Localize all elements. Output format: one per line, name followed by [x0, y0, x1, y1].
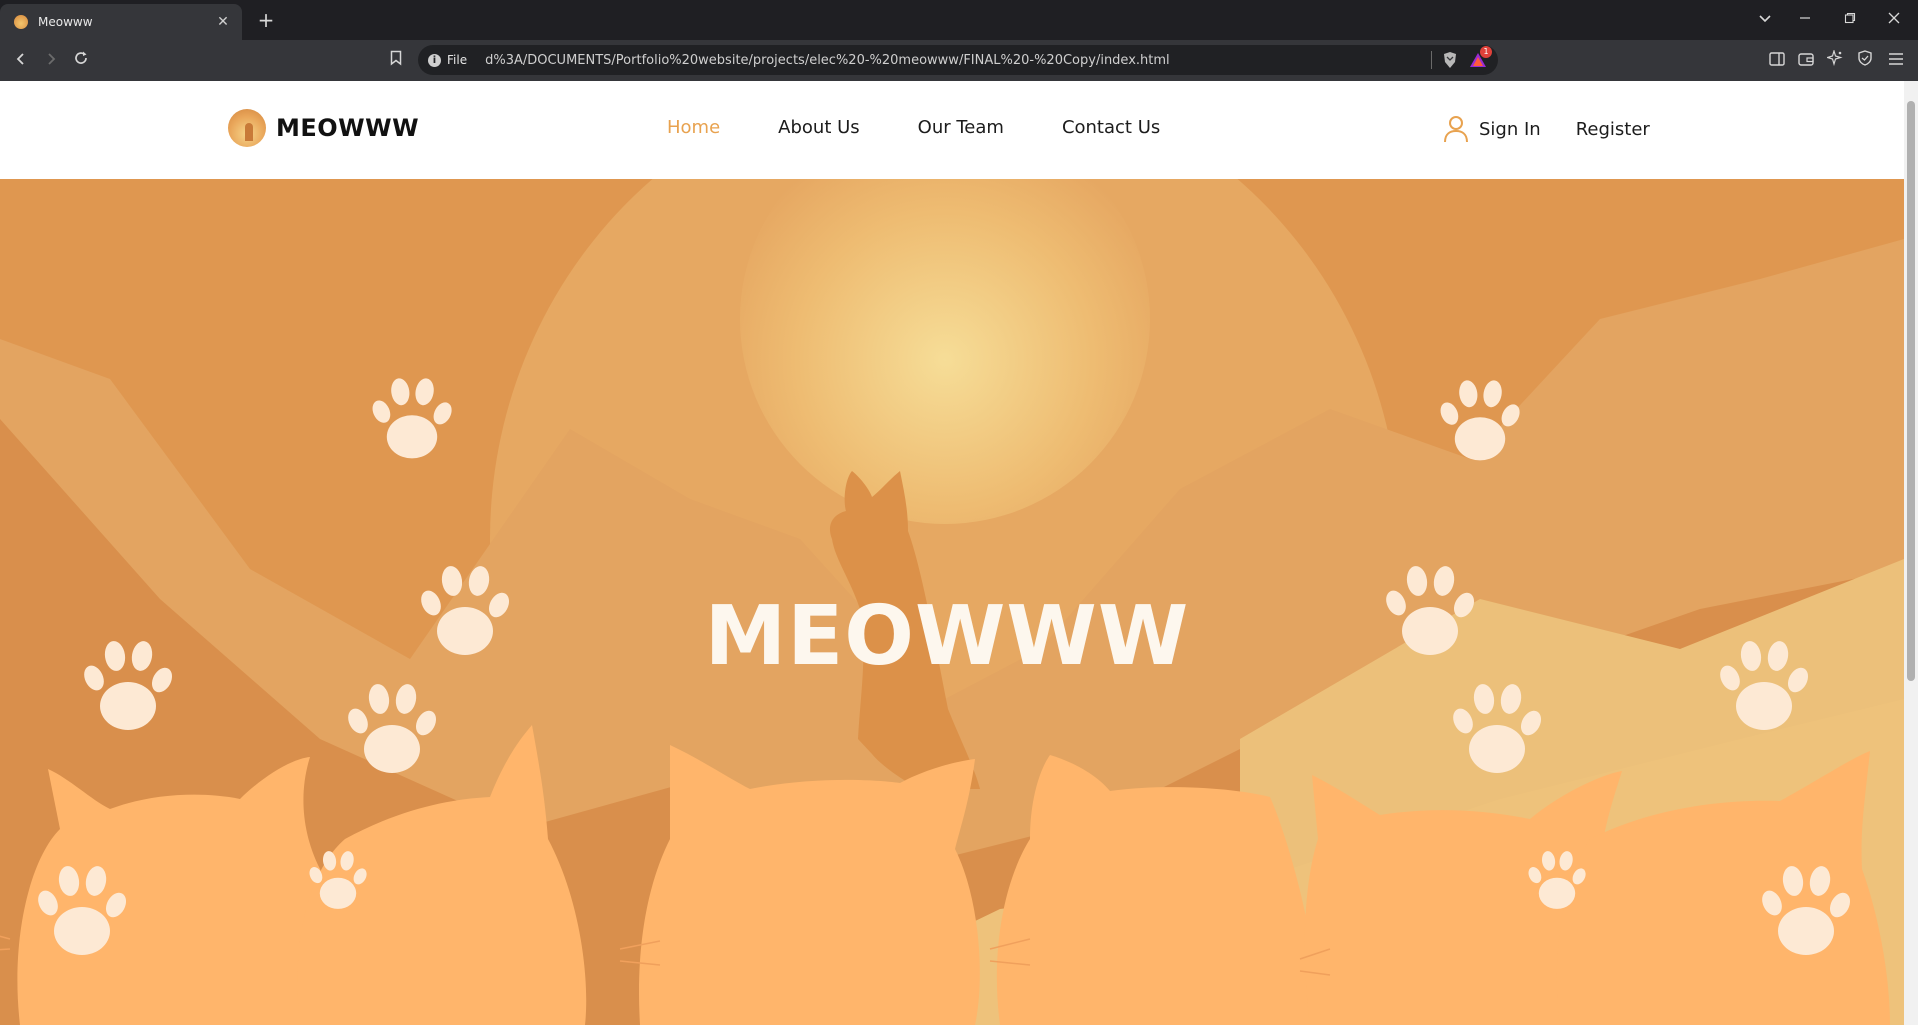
forward-icon[interactable]	[38, 48, 64, 74]
browser-toolbar: i File d%3A/DOCUMENTS/Portfolio%20websit…	[0, 40, 1918, 81]
close-window-icon[interactable]	[1874, 6, 1914, 34]
brave-shield-icon[interactable]	[1442, 51, 1458, 69]
hero-title-text: MEOWWW	[704, 589, 1190, 684]
browser-tab[interactable]: Meowww ✕	[0, 4, 242, 40]
sign-in-link[interactable]: Sign In	[1479, 119, 1541, 140]
page-scrollbar[interactable]	[1904, 81, 1918, 1025]
minimize-icon[interactable]	[1785, 6, 1825, 34]
nav-about-us[interactable]: About Us	[778, 117, 860, 138]
reload-icon[interactable]	[68, 48, 94, 74]
register-link[interactable]: Register	[1576, 119, 1650, 140]
brave-rewards-icon[interactable]: 1	[1468, 46, 1492, 69]
new-tab-button[interactable]: +	[254, 8, 278, 32]
rewards-badge: 1	[1480, 46, 1492, 58]
address-url[interactable]: d%3A/DOCUMENTS/Portfolio%20website/proje…	[485, 53, 1421, 68]
leo-ai-icon[interactable]	[1822, 48, 1848, 74]
site-info-button[interactable]: i File	[428, 53, 467, 67]
menu-icon[interactable]	[1883, 48, 1909, 74]
tab-list-icon[interactable]	[1745, 6, 1785, 34]
nav-our-team[interactable]: Our Team	[918, 117, 1004, 138]
main-nav: Home About Us Our Team Contact Us	[667, 117, 1218, 138]
vpn-icon[interactable]	[1852, 48, 1878, 74]
back-icon[interactable]	[8, 48, 34, 74]
address-scheme-label: File	[447, 53, 468, 67]
scroll-thumb[interactable]	[1907, 101, 1915, 681]
restore-icon[interactable]	[1830, 6, 1870, 34]
hero-banner: MEOWWW	[0, 179, 1904, 1025]
tab-strip: Meowww ✕ +	[0, 0, 1918, 40]
site-header: MEOWWW Home About Us Our Team Contact Us…	[0, 81, 1904, 179]
brand-name: MEOWWW	[276, 114, 420, 142]
nav-contact-us[interactable]: Contact Us	[1062, 117, 1160, 138]
nav-home[interactable]: Home	[667, 117, 720, 138]
tab-close-icon[interactable]: ✕	[214, 14, 232, 30]
address-bar[interactable]: i File d%3A/DOCUMENTS/Portfolio%20websit…	[418, 45, 1498, 75]
cat-logo-icon	[228, 109, 266, 147]
sidebar-icon[interactable]	[1764, 48, 1790, 74]
hero-title: MEOWWW	[0, 589, 1904, 684]
address-divider	[1431, 51, 1432, 69]
info-icon: i	[428, 53, 441, 67]
page-viewport: MEOWWW Home About Us Our Team Contact Us…	[0, 81, 1904, 1025]
user-icon	[1443, 115, 1469, 143]
auth-links: Sign In Register	[1443, 115, 1650, 143]
tab-title: Meowww	[38, 15, 93, 29]
wallet-icon[interactable]	[1793, 48, 1819, 74]
site-favicon-icon	[14, 15, 28, 29]
bookmark-icon[interactable]	[383, 48, 409, 74]
brand[interactable]: MEOWWW	[228, 109, 419, 147]
